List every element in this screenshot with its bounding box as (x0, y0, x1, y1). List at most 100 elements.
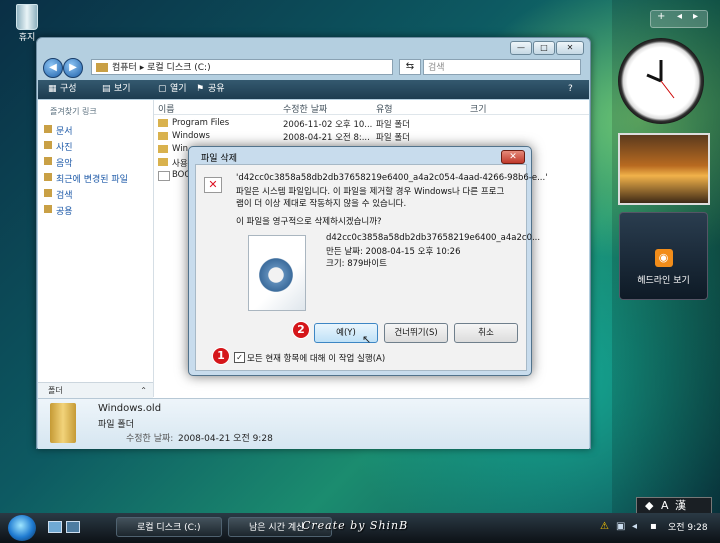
skip-button[interactable]: 건너뛰기(S) (384, 323, 448, 343)
file-icon (158, 171, 170, 181)
start-button[interactable] (8, 515, 36, 541)
public-icon (44, 205, 52, 213)
task-local-disk[interactable]: 로컬 디스크 (C:) (116, 517, 222, 537)
step-badge-1: 1 (212, 347, 230, 365)
window-controls: — □ ✕ (509, 41, 584, 55)
prev-icon[interactable]: ◂ (677, 11, 682, 22)
share-icon: ⚑ (196, 84, 205, 94)
dialog-close-button[interactable]: ✕ (501, 150, 525, 164)
views-button[interactable]: 보기 (114, 80, 131, 99)
system-file-icon (248, 235, 306, 311)
rss-icon: ◉ (654, 249, 673, 267)
views-icon: ▤ (102, 84, 111, 94)
details-pane: Windows.old 파일 폴더 수정한 날짜: 2008-04-21 오전 … (38, 398, 589, 449)
col-modified[interactable]: 수정한 날짜 (283, 102, 327, 115)
network-icon[interactable]: ▣ (616, 521, 625, 532)
link-music[interactable]: 음악 (44, 156, 73, 169)
clock-face-icon (646, 60, 675, 99)
details-type: 파일 폴더 (98, 420, 134, 430)
add-gadget-icon[interactable]: + (657, 11, 665, 22)
taskbar-clock[interactable]: 오전 9:28 (668, 520, 708, 533)
gear-icon (255, 254, 297, 296)
help-icon[interactable]: ? (568, 80, 573, 99)
refresh-button[interactable]: ⇆ (399, 59, 421, 75)
folder-icon (96, 63, 108, 72)
ime-convert-icon[interactable]: 漢 (675, 498, 686, 514)
details-modified-label: 수정한 날짜: (126, 434, 174, 444)
mouse-cursor-icon: ↖ (362, 333, 372, 346)
chevron-up-icon: ⌃ (140, 386, 147, 395)
table-row[interactable]: Program Files 2006-11-02 오후 10... 파일 폴더 (154, 118, 589, 131)
close-button[interactable]: ✕ (556, 41, 584, 55)
feed-label: 헤드라인 보기 (637, 276, 690, 286)
switch-windows-icon[interactable] (66, 521, 80, 533)
breadcrumb-local-disk[interactable]: 로컬 디스크 (C:) (147, 63, 210, 73)
clock-gadget[interactable] (618, 38, 704, 124)
search-input[interactable]: 검색 (423, 59, 581, 75)
forward-button[interactable]: ▶ (63, 58, 83, 78)
breadcrumb-separator: ▸ (139, 63, 145, 73)
apply-all-checkbox[interactable]: ✓ (234, 352, 245, 363)
music-icon (44, 157, 52, 165)
favorite-links-header: 즐겨찾기 링크 (50, 107, 97, 116)
file-name: d42cc0c3858a58db2db37658219e6400_a4a2c0.… (326, 233, 541, 243)
sidebar-controls[interactable]: + ◂ ▸ (650, 10, 708, 28)
column-headers: 이름 수정한 날짜 유형 크기 (154, 100, 589, 115)
recycle-bin-icon (16, 4, 38, 30)
file-size: 크기: 879바이트 (326, 259, 387, 269)
ime-mode-icon[interactable]: ◆ (645, 498, 653, 514)
col-size[interactable]: 크기 (470, 102, 487, 115)
open-button[interactable]: 열기 (170, 80, 187, 99)
col-name[interactable]: 이름 (158, 102, 175, 115)
warning-line-2: 파일은 시스템 파일입니다. 이 파일을 제거할 경우 Windows나 다른 … (236, 187, 505, 197)
folder-icon (158, 119, 168, 127)
next-icon[interactable]: ▸ (693, 11, 698, 22)
delete-file-dialog[interactable]: 파일 삭제 ✕ ✕ 'd42cc0c3858a58db2db37658219e6… (188, 146, 548, 376)
share-button[interactable]: 공유 (208, 80, 225, 99)
apply-all-label[interactable]: 모든 현재 항목에 대해 이 작업 실행(A) (247, 352, 385, 364)
folders-toggle[interactable]: 폴더 ⌃ (38, 382, 153, 398)
link-public[interactable]: 공용 (44, 204, 73, 217)
search-icon (44, 189, 52, 197)
details-modified-value: 2008-04-21 오전 9:28 (178, 434, 273, 444)
open-icon: ▢ (158, 84, 167, 94)
folder-icon (158, 158, 168, 166)
dialog-body: ✕ 'd42cc0c3858a58db2db37658219e6400_a4a2… (195, 164, 548, 371)
command-bar: ▦ 구성 ▤ 보기 ▢ 열기 ⚑ 공유 ? (38, 80, 589, 99)
file-created-date: 만든 날짜: 2008-04-15 오후 10:26 (326, 247, 461, 257)
link-search[interactable]: 검색 (44, 188, 73, 201)
show-desktop-icon[interactable] (48, 521, 62, 533)
cancel-button[interactable]: 취소 (454, 323, 518, 343)
organize-icon: ▦ (48, 84, 57, 94)
feed-gadget[interactable]: ◉ 헤드라인 보기 (619, 212, 708, 300)
organize-button[interactable]: 구성 (60, 80, 77, 99)
recent-icon (44, 173, 52, 181)
breadcrumb-computer[interactable]: 컴퓨터 (112, 63, 137, 73)
delete-warning-icon: ✕ (204, 177, 222, 193)
confirm-question: 이 파일을 영구적으로 삭제하시겠습니까? (236, 217, 382, 227)
maximize-button[interactable]: □ (533, 41, 555, 55)
col-type[interactable]: 유형 (376, 102, 393, 115)
recycle-bin[interactable]: 휴지 (14, 4, 40, 43)
folders-label: 폴더 (48, 386, 63, 395)
security-icon[interactable]: ⚠ (600, 521, 609, 532)
link-recent[interactable]: 최근에 변경된 파일 (44, 172, 128, 185)
watermark: Create by ShinB (302, 519, 409, 532)
documents-icon (44, 125, 52, 133)
warning-line-1: 'd42cc0c3858a58db2db37658219e6400_a4a2c0… (236, 173, 548, 183)
favorite-links-pane: 즐겨찾기 링크 문서 사진 음악 최근에 변경된 파일 검색 공용 (38, 100, 154, 397)
slideshow-gadget[interactable] (618, 133, 710, 205)
pictures-icon (44, 141, 52, 149)
details-name: Windows.old (98, 403, 162, 414)
link-pictures[interactable]: 사진 (44, 140, 73, 153)
back-button[interactable]: ◀ (43, 58, 63, 78)
table-row[interactable]: Windows 2008-04-21 오전 8:... 파일 폴더 (154, 131, 589, 144)
address-bar[interactable]: 컴퓨터 ▸ 로컬 디스크 (C:) (91, 59, 393, 75)
notification-icon[interactable]: ▪ (650, 521, 657, 532)
link-documents[interactable]: 문서 (44, 124, 73, 137)
ime-hanja-icon[interactable]: A (661, 498, 669, 514)
folder-icon (158, 145, 168, 153)
minimize-button[interactable]: — (510, 41, 532, 55)
volume-icon[interactable]: ◂ (632, 521, 637, 532)
dialog-title: 파일 삭제 (201, 154, 237, 164)
